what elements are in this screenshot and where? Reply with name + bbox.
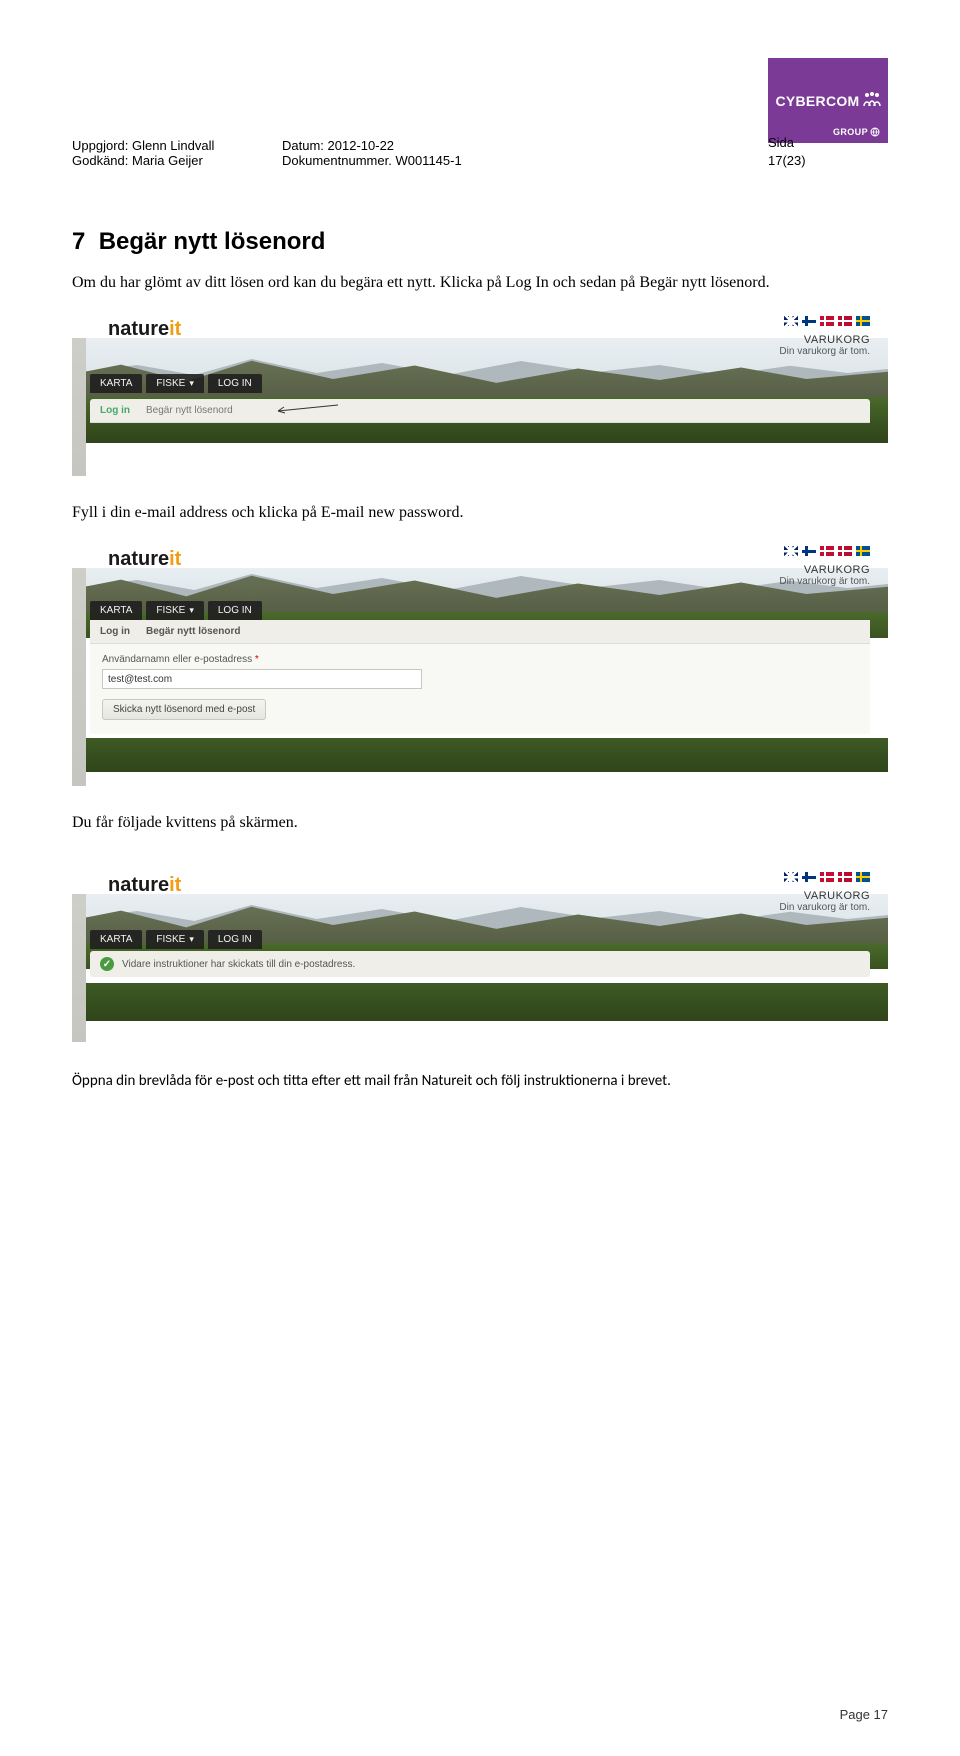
brand-logo[interactable]: natureit (108, 318, 181, 341)
flag-se-icon[interactable] (856, 546, 870, 556)
cart-widget[interactable]: VARUKORG Din varukorg är tom. (779, 334, 870, 357)
logo-text-main: CYBERCOM (775, 93, 859, 109)
tab-login[interactable]: Log in (100, 405, 130, 416)
cybercom-logo: CYBERCOM GROUP (768, 58, 888, 143)
tab-reset-password[interactable]: Begär nytt lösenord (146, 405, 233, 416)
paragraph-2: Fyll i din e-mail address och klicka på … (72, 504, 888, 522)
cart-empty-text: Din varukorg är tom. (779, 576, 870, 587)
email-field-label: Användarnamn eller e-postadress * (102, 654, 858, 665)
main-nav: KARTA FISKE▾ LOG IN (90, 930, 262, 949)
email-field[interactable] (102, 669, 422, 689)
intro-paragraph: Om du har glömt av ditt lösen ord kan du… (72, 274, 888, 292)
paragraph-3: Du får följade kvittens på skärmen. (72, 814, 888, 832)
screenshot-1: natureit VARUKORG Din varukorg är tom. K… (72, 306, 888, 476)
nav-login[interactable]: LOG IN (208, 930, 262, 949)
flag-fi-icon[interactable] (802, 546, 816, 556)
nav-login[interactable]: LOG IN (208, 374, 262, 393)
main-nav: KARTA FISKE▾ LOG IN (90, 374, 262, 393)
meta-uppgjord-label: Uppgjord: (72, 138, 128, 153)
nav-karta[interactable]: KARTA (90, 374, 142, 393)
nav-fiske[interactable]: FISKE▾ (146, 930, 203, 949)
flag-dk-icon[interactable] (820, 546, 834, 556)
language-flags[interactable] (784, 316, 870, 326)
flag-se-icon[interactable] (856, 872, 870, 882)
cart-title: VARUKORG (779, 564, 870, 576)
meta-godkand-value: Maria Geijer (132, 153, 203, 168)
meta-godkand-label: Godkänd: (72, 153, 128, 168)
cart-empty-text: Din varukorg är tom. (779, 346, 870, 357)
flag-gb-icon[interactable] (784, 316, 798, 326)
nav-karta[interactable]: KARTA (90, 601, 142, 620)
main-nav: KARTA FISKE▾ LOG IN (90, 601, 262, 620)
heading-number: 7 (72, 228, 85, 255)
cart-widget[interactable]: VARUKORG Din varukorg är tom. (779, 890, 870, 913)
cart-title: VARUKORG (779, 890, 870, 902)
flag-fi-icon[interactable] (802, 316, 816, 326)
flag-fi-icon[interactable] (802, 872, 816, 882)
required-asterisk: * (255, 654, 259, 665)
flag-no-icon[interactable] (838, 546, 852, 556)
meta-uppgjord-value: Glenn Lindvall (132, 138, 214, 153)
language-flags[interactable] (784, 872, 870, 882)
cart-widget[interactable]: VARUKORG Din varukorg är tom. (779, 564, 870, 587)
document-header: CYBERCOM GROUP Sida 17(23) Uppgjord: Gle… (72, 58, 888, 168)
flag-no-icon[interactable] (838, 872, 852, 882)
tab-login[interactable]: Log in (100, 626, 130, 637)
screenshot-2: natureit VARUKORG Din varukorg är tom. K… (72, 536, 888, 786)
nav-fiske[interactable]: FISKE▾ (146, 601, 203, 620)
screenshot-3: natureit VARUKORG Din varukorg är tom. K… (72, 862, 888, 1042)
arrow-annotation-icon (270, 401, 340, 415)
nav-fiske[interactable]: FISKE▾ (146, 374, 203, 393)
flag-gb-icon[interactable] (784, 546, 798, 556)
meta-datum-label: Datum: (282, 138, 324, 153)
paragraph-4: Öppna din brevlåda för e-post och titta … (72, 1072, 888, 1090)
language-flags[interactable] (784, 546, 870, 556)
meta-doknr-value: W001145-1 (395, 153, 461, 168)
heading-title: Begär nytt lösenord (99, 228, 326, 255)
check-icon: ✓ (100, 957, 114, 971)
flag-no-icon[interactable] (838, 316, 852, 326)
chevron-down-icon: ▾ (189, 378, 194, 389)
chevron-down-icon: ▾ (189, 934, 194, 945)
flag-dk-icon[interactable] (820, 872, 834, 882)
nav-login[interactable]: LOG IN (208, 601, 262, 620)
flag-se-icon[interactable] (856, 316, 870, 326)
send-password-button[interactable]: Skicka nytt lösenord med e-post (102, 699, 266, 720)
cart-title: VARUKORG (779, 334, 870, 346)
meta-doknr-label: Dokumentnummer. (282, 153, 392, 168)
brand-logo[interactable]: natureit (108, 874, 181, 897)
tab-reset-password[interactable]: Begär nytt lösenord (146, 626, 240, 637)
section-heading: 7 Begär nytt lösenord (72, 228, 888, 256)
nav-karta[interactable]: KARTA (90, 930, 142, 949)
success-message: Vidare instruktioner har skickats till d… (122, 959, 355, 970)
cart-empty-text: Din varukorg är tom. (779, 902, 870, 913)
flag-dk-icon[interactable] (820, 316, 834, 326)
people-icon (863, 91, 881, 110)
meta-datum-value: 2012-10-22 (328, 138, 395, 153)
page-number: Page 17 (840, 1707, 888, 1722)
brand-logo[interactable]: natureit (108, 548, 181, 571)
chevron-down-icon: ▾ (189, 605, 194, 616)
flag-gb-icon[interactable] (784, 872, 798, 882)
